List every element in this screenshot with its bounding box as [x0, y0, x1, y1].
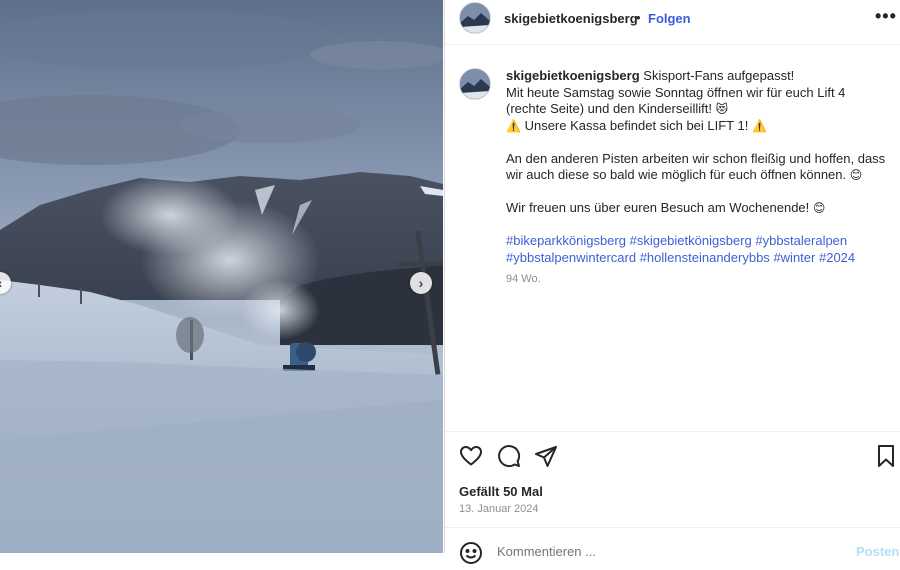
- warning-icon: ⚠️: [506, 118, 521, 133]
- post-date: 13. Januar 2024: [459, 503, 539, 515]
- more-icon[interactable]: •••: [875, 6, 897, 27]
- caption-avatar[interactable]: [459, 68, 491, 100]
- bookmark-icon[interactable]: [875, 444, 897, 473]
- likes-count[interactable]: Gefällt 50 Mal: [459, 484, 543, 499]
- warning-icon: ⚠️: [751, 118, 767, 133]
- post-comment-button[interactable]: Posten: [856, 544, 899, 559]
- post-photo: ‹ ›: [0, 0, 443, 553]
- hashtags: #bikeparkkönigsberg #skigebietkönigsberg…: [506, 233, 889, 266]
- caption-line3: Unsere Kassa befindet sich bei LIFT 1!: [524, 117, 749, 133]
- heart-eyes-cat-emoji: 😻: [715, 102, 729, 116]
- caption-line2: Mit heute Samstag sowie Sonntag öffnen w…: [506, 84, 846, 117]
- smiley-icon[interactable]: [459, 541, 483, 570]
- post-side-panel: skigebietkoenigsberg • Folgen ••• skigeb…: [444, 0, 900, 564]
- comment-input[interactable]: [497, 544, 797, 559]
- hashtag-link[interactable]: #2024: [819, 250, 855, 265]
- caption-line4: An den anderen Pisten arbeiten wir schon…: [506, 150, 886, 183]
- send-icon[interactable]: [534, 444, 558, 473]
- ski-slope-image: [0, 0, 443, 553]
- hashtag-link[interactable]: #ybbstaleralpen: [755, 233, 847, 248]
- hashtag-link[interactable]: #skigebietkönigsberg: [630, 233, 752, 248]
- smile-emoji: 😊: [812, 201, 826, 215]
- avatar-image: [460, 3, 490, 33]
- smile-emoji: 😊: [849, 168, 863, 182]
- comment-bar: Posten: [445, 527, 900, 564]
- hashtag-link[interactable]: #hollensteinanderybbs: [640, 250, 770, 265]
- carousel-next-button[interactable]: ›: [410, 272, 432, 294]
- hashtag-link[interactable]: #bikeparkkönigsberg: [506, 233, 626, 248]
- caption-line1: Skisport-Fans aufgepasst!: [643, 68, 795, 83]
- post-header: skigebietkoenigsberg • Folgen •••: [445, 0, 900, 45]
- comment-icon[interactable]: [497, 444, 521, 473]
- time-ago[interactable]: 94 Wo.: [506, 271, 889, 288]
- caption-text: skigebietkoenigsberg Skisport-Fans aufge…: [506, 68, 889, 288]
- avatar-image: [460, 69, 490, 99]
- hashtag-link[interactable]: #ybbstalpenwintercard: [506, 250, 636, 265]
- header-username[interactable]: skigebietkoenigsberg: [504, 11, 638, 26]
- hashtag-link[interactable]: #winter: [773, 250, 815, 265]
- follow-button[interactable]: Folgen: [648, 11, 691, 26]
- avatar[interactable]: [459, 2, 491, 34]
- separator-dot: •: [636, 10, 641, 25]
- caption-line5: Wir freuen uns über euren Besuch am Woch…: [506, 200, 810, 215]
- caption-username[interactable]: skigebietkoenigsberg: [506, 68, 640, 83]
- heart-icon[interactable]: [459, 444, 483, 473]
